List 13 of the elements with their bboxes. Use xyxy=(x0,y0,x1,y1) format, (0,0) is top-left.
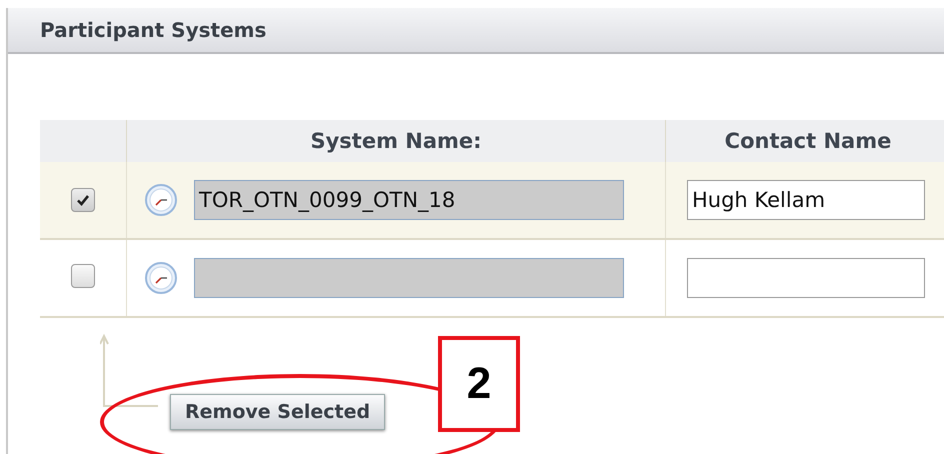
row-checkbox[interactable] xyxy=(71,264,95,288)
column-header: System Name: xyxy=(310,129,482,153)
clock-icon xyxy=(144,261,178,295)
remove-selected-button[interactable]: Remove Selected xyxy=(170,394,386,430)
row-checkbox[interactable] xyxy=(71,188,95,212)
panel-title: Participant Systems xyxy=(40,18,266,42)
callout-number: 2 xyxy=(438,336,520,432)
system-name-field[interactable]: TOR_OTN_0099_OTN_18 xyxy=(194,180,624,220)
system-name-field[interactable] xyxy=(194,258,624,298)
column-header: Contact Name xyxy=(724,129,892,153)
contact-name-field[interactable]: Hugh Kellam xyxy=(687,180,925,220)
clock-icon xyxy=(144,183,178,217)
contact-name-field[interactable] xyxy=(687,258,925,298)
